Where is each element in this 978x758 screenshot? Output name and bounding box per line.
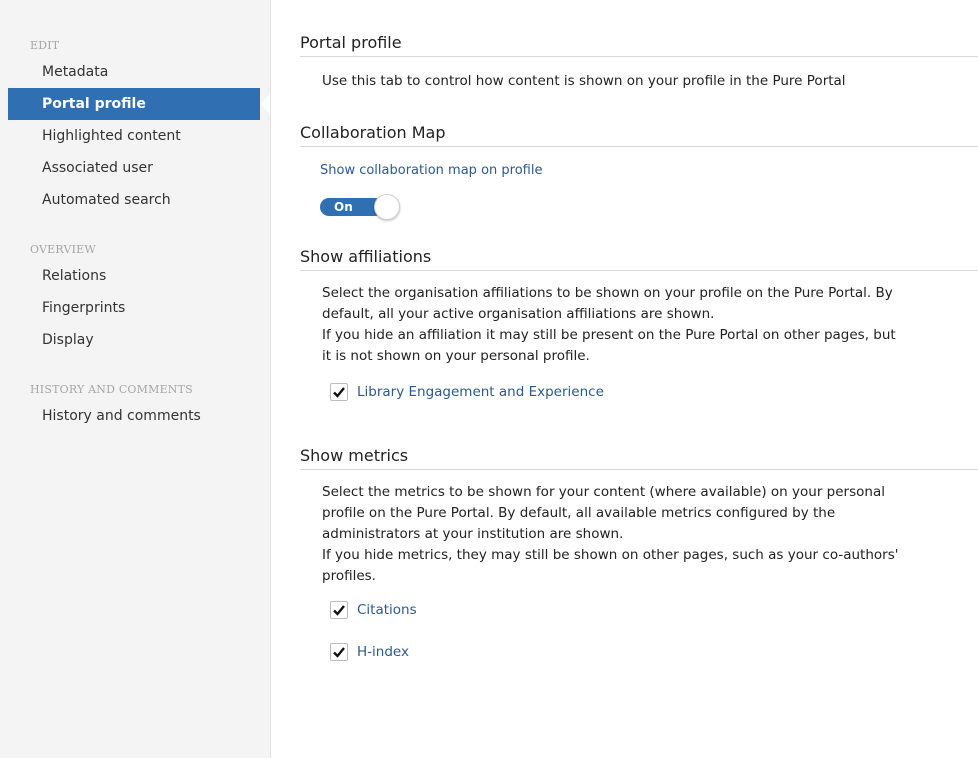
affiliation-option-library[interactable]: Library Engagement and Experience (300, 381, 978, 403)
affiliations-description-line: default, all your active organisation af… (322, 306, 715, 322)
metric-option-citations[interactable]: Citations (300, 599, 978, 621)
sidebar-item-display[interactable]: Display (0, 324, 270, 356)
sidebar-section-overview: OVERVIEW Relations Fingerprints Display (0, 240, 270, 356)
sidebar-section-edit: EDIT Metadata Portal profile Highlighted… (0, 36, 270, 216)
metrics-description-line: profiles. (322, 568, 376, 584)
citations-label: Citations (357, 602, 417, 618)
sidebar-item-history-and-comments[interactable]: History and comments (0, 400, 270, 432)
portal-profile-description: Use this tab to control how content is s… (322, 73, 846, 89)
checkmark-icon (333, 605, 345, 616)
metrics-description-line: profile on the Pure Portal. By default, … (322, 505, 836, 521)
sidebar-item-associated-user[interactable]: Associated user (0, 152, 270, 184)
sidebar-item-automated-search[interactable]: Automated search (0, 184, 270, 216)
sidebar-heading-edit: EDIT (30, 39, 60, 52)
checkmark-icon (333, 647, 345, 658)
affiliations-description-line: it is not shown on your personal profile… (322, 348, 590, 364)
affiliation-label: Library Engagement and Experience (357, 384, 604, 400)
affiliation-checkbox[interactable] (330, 383, 348, 401)
affiliations-description-line: Select the organisation affiliations to … (322, 285, 893, 301)
citations-checkbox[interactable] (330, 601, 348, 619)
metrics-description: Select the metrics to be shown for your … (300, 482, 978, 587)
affiliations-description-line: If you hide an affiliation it may still … (322, 327, 896, 343)
section-title-affiliations: Show affiliations (300, 218, 978, 271)
affiliations-description: Select the organisation affiliations to … (300, 283, 978, 367)
metric-option-h-index[interactable]: H-index (300, 641, 978, 663)
sidebar-item-highlighted-content[interactable]: Highlighted content (0, 120, 270, 152)
collaboration-map-toggle[interactable]: On (320, 194, 400, 220)
main-content: Portal profile Use this tab to control h… (300, 0, 978, 663)
metrics-description-line: administrators at your institution are s… (322, 526, 624, 542)
section-title-portal-profile: Portal profile (300, 0, 978, 57)
checkmark-icon (333, 387, 345, 398)
section-title-collaboration-map: Collaboration Map (300, 92, 978, 147)
toggle-knob (374, 194, 400, 220)
metrics-description-line: If you hide metrics, they may still be s… (322, 547, 899, 563)
sidebar-section-history: HISTORY AND COMMENTS History and comment… (0, 380, 270, 432)
h-index-label: H-index (357, 644, 409, 660)
sidebar-heading-overview: OVERVIEW (30, 243, 96, 256)
h-index-checkbox[interactable] (330, 643, 348, 661)
sidebar-item-fingerprints[interactable]: Fingerprints (0, 292, 270, 324)
metrics-description-line: Select the metrics to be shown for your … (322, 484, 885, 500)
sidebar-item-metadata[interactable]: Metadata (0, 56, 270, 88)
section-title-metrics: Show metrics (300, 403, 978, 470)
collaboration-map-option-label[interactable]: Show collaboration map on profile (300, 163, 978, 178)
sidebar-item-portal-profile[interactable]: Portal profile (8, 88, 270, 120)
sidebar-item-relations[interactable]: Relations (0, 260, 270, 292)
sidebar-heading-history: HISTORY AND COMMENTS (30, 383, 193, 396)
sidebar: EDIT Metadata Portal profile Highlighted… (0, 0, 271, 758)
